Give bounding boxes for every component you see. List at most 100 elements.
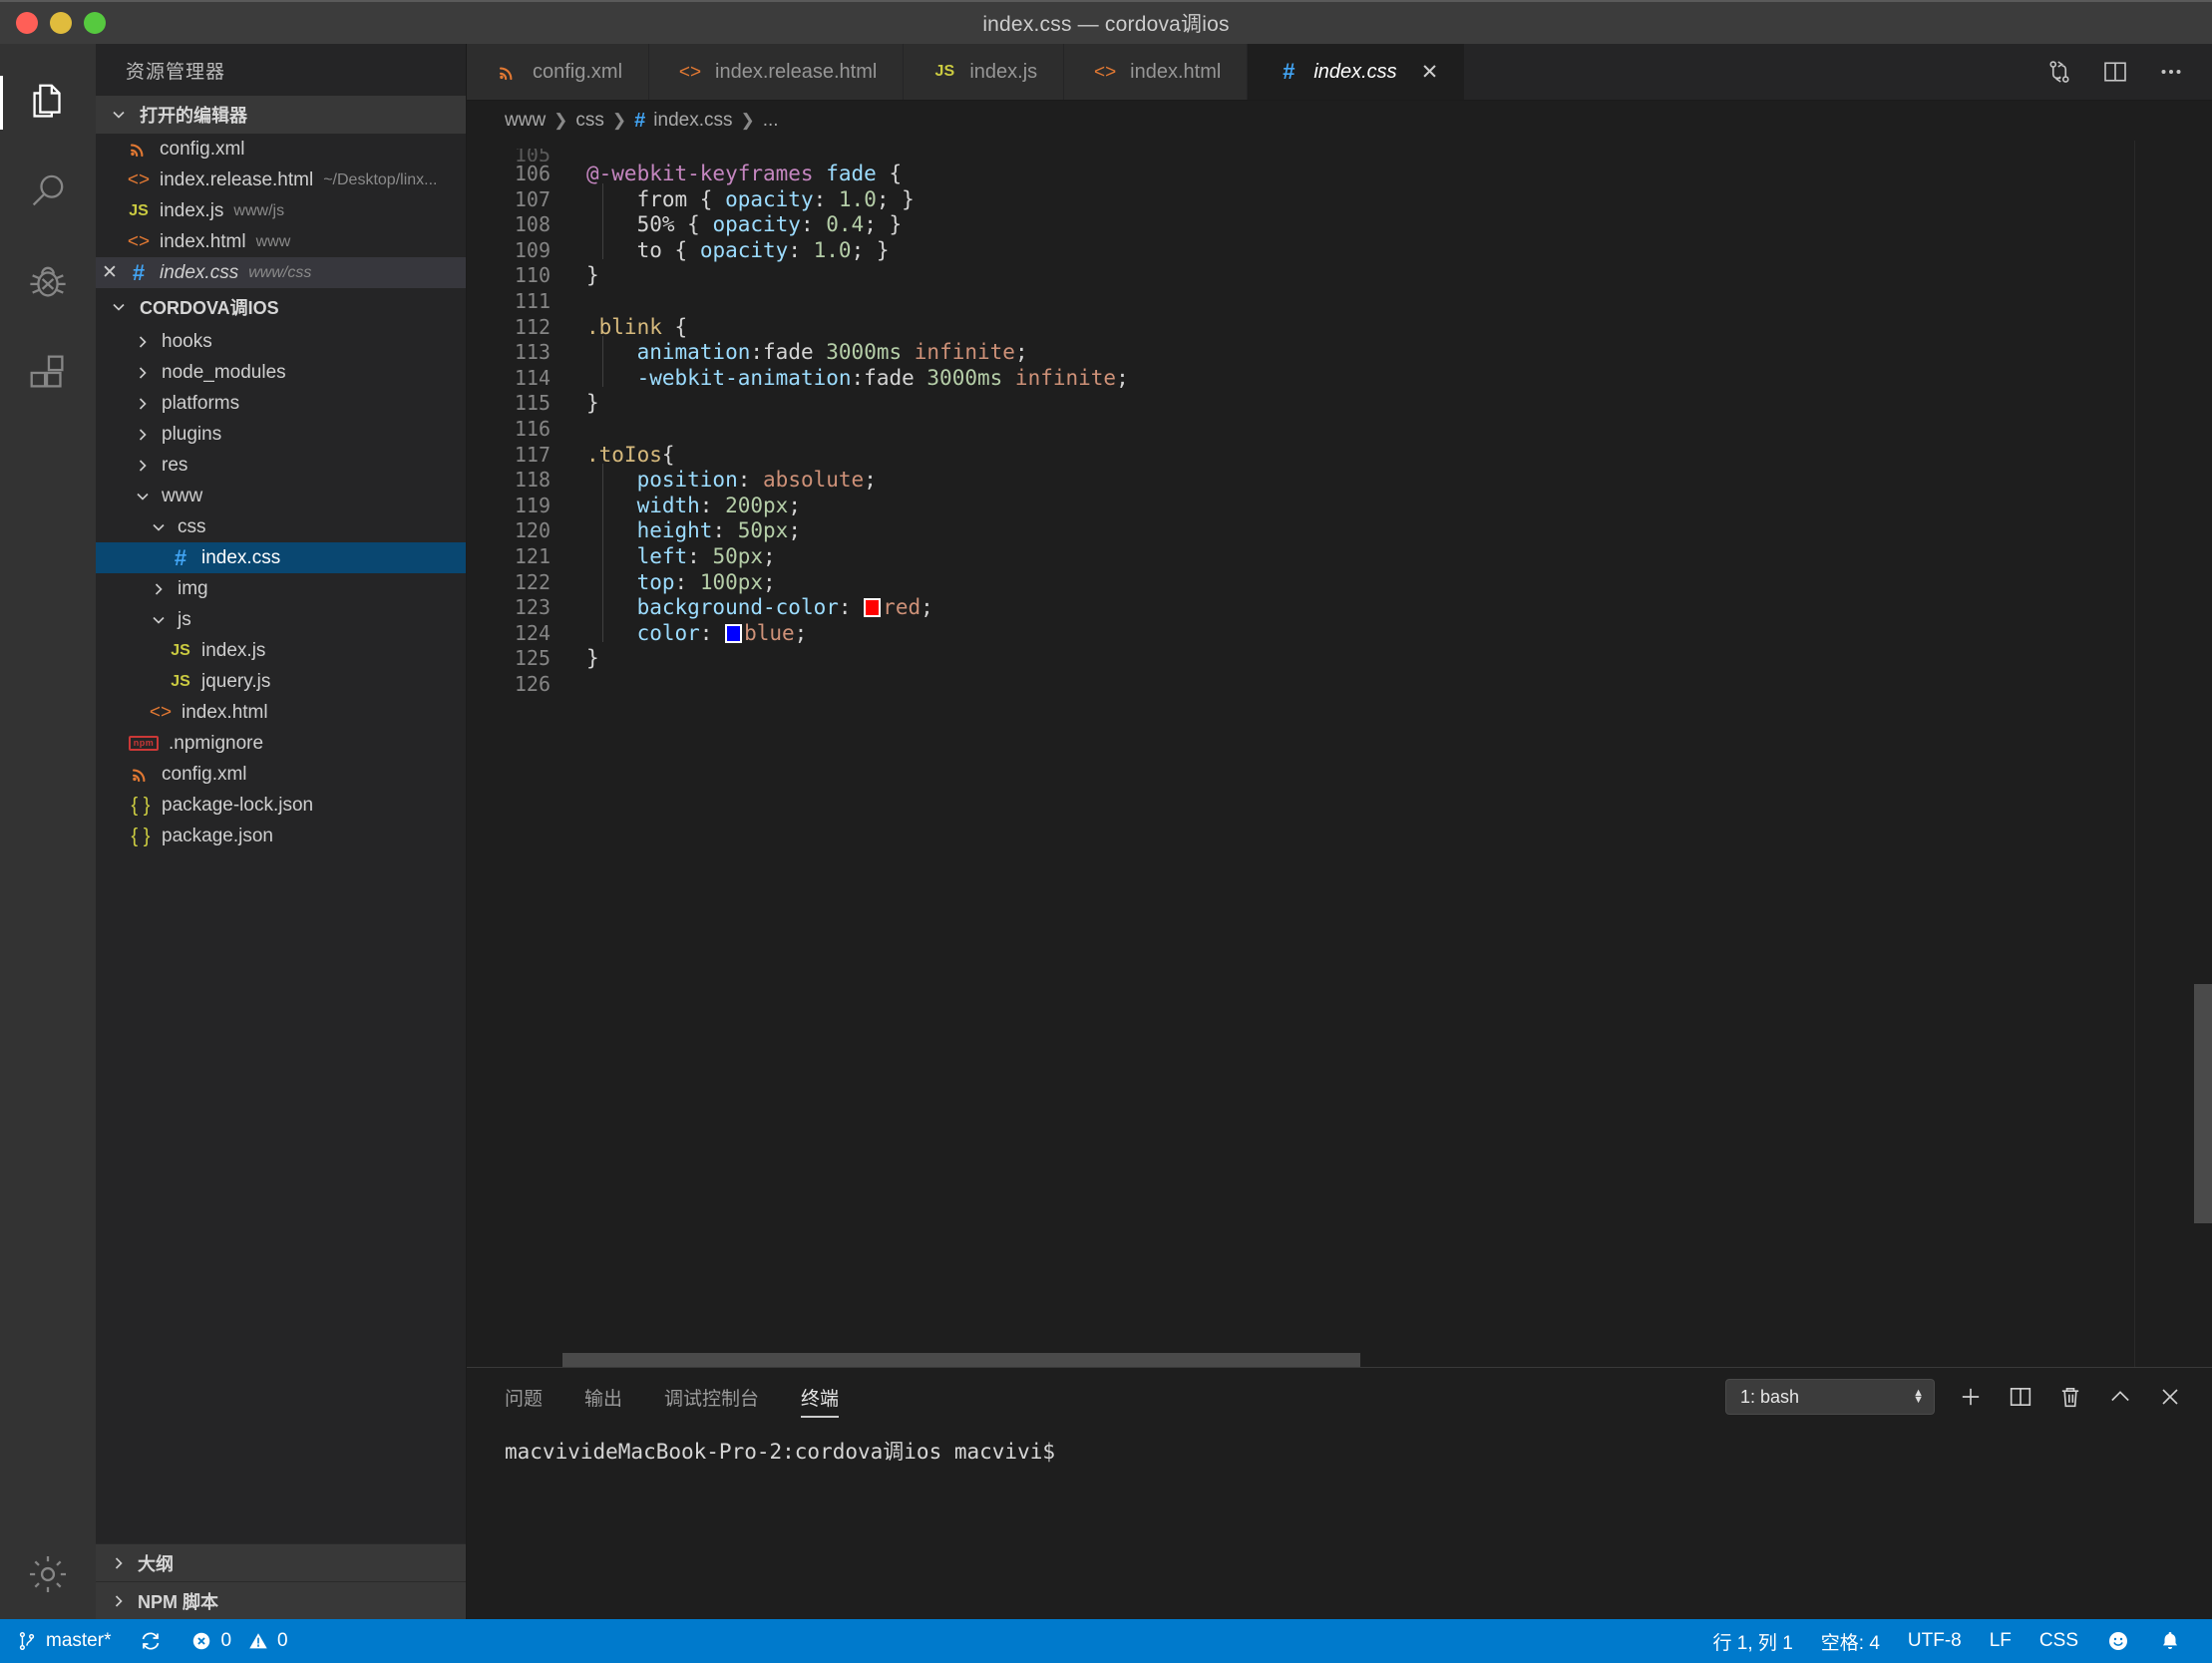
list-item[interactable]: config.xml xyxy=(96,134,466,165)
more-actions-icon[interactable] xyxy=(2156,57,2186,87)
tree-item-plugins[interactable]: plugins xyxy=(96,419,466,450)
status-encoding[interactable]: UTF-8 xyxy=(1894,1619,1976,1663)
status-language-mode[interactable]: CSS xyxy=(2026,1619,2092,1663)
list-item[interactable]: <> index.release.html ~/Desktop/linx... xyxy=(96,165,466,195)
activity-item-explorer[interactable] xyxy=(0,58,96,148)
terminal-output[interactable]: macvivideMacBook-Pro-2:cordova调ios macvi… xyxy=(467,1426,2212,1619)
status-sync[interactable] xyxy=(125,1619,177,1663)
close-editor-button[interactable]: ✕ xyxy=(96,261,124,284)
close-tab-button[interactable]: ✕ xyxy=(1421,60,1439,85)
minimap[interactable] xyxy=(2134,141,2194,1367)
activity-item-extensions[interactable] xyxy=(0,327,96,417)
tree-item-css[interactable]: css xyxy=(96,511,466,542)
scrollbar-thumb[interactable] xyxy=(2194,984,2212,1223)
tree-item-package-lock-json[interactable]: { } package-lock.json xyxy=(96,790,466,821)
tree-item-res[interactable]: res xyxy=(96,450,466,481)
maximize-window-button[interactable] xyxy=(84,12,106,34)
panel-tab-output[interactable]: 输出 xyxy=(584,1368,622,1426)
tree-item-index-css[interactable]: # index.css xyxy=(96,542,466,573)
code-line[interactable]: 108 50% { opacity: 0.4; } xyxy=(467,208,2212,238)
code-line[interactable]: 118 position: absolute; xyxy=(467,464,2212,494)
code-editor[interactable]: 105 106 @-webkit-keyframes fade {107 from … xyxy=(467,141,2212,1367)
color-swatch[interactable] xyxy=(864,598,882,618)
section-open-editors[interactable]: 打开的编辑器 xyxy=(96,96,466,134)
code-line[interactable]: 109 to { opacity: 1.0; } xyxy=(467,233,2212,264)
tree-item-www[interactable]: www xyxy=(96,481,466,511)
section-project-root[interactable]: CORDOVA调IOS xyxy=(96,288,466,326)
tree-item-platforms[interactable]: platforms xyxy=(96,388,466,419)
breadcrumb-item-css[interactable]: css xyxy=(575,110,604,132)
panel-tab-debug-console[interactable]: 调试控制台 xyxy=(664,1368,759,1426)
window-controls[interactable] xyxy=(0,12,106,34)
close-panel-icon[interactable] xyxy=(2156,1383,2184,1411)
code-line[interactable]: 111 xyxy=(467,289,2212,315)
status-indentation[interactable]: 空格: 4 xyxy=(1807,1619,1894,1663)
code-line[interactable]: 123 background-color: red; xyxy=(467,591,2212,621)
tree-item-npmignore[interactable]: npm .npmignore xyxy=(96,728,466,759)
tab-index-css[interactable]: # index.css ✕ xyxy=(1248,44,1466,100)
code-line[interactable]: 114 -webkit-animation:fade 3000ms infini… xyxy=(467,361,2212,392)
status-eol[interactable]: LF xyxy=(1976,1619,2026,1663)
minimize-window-button[interactable] xyxy=(50,12,72,34)
code-line[interactable]: 110} xyxy=(467,263,2212,289)
code-line[interactable]: 125} xyxy=(467,646,2212,672)
activity-item-settings[interactable] xyxy=(0,1529,96,1619)
tree-item-node_modules[interactable]: node_modules xyxy=(96,357,466,388)
code-line[interactable]: 124 color: blue; xyxy=(467,616,2212,647)
tree-item-img[interactable]: img xyxy=(96,573,466,604)
scrollbar-thumb[interactable] xyxy=(562,1353,1360,1367)
tree-item-package-json[interactable]: { } package.json xyxy=(96,821,466,851)
editor-horizontal-scrollbar[interactable] xyxy=(562,1353,2134,1367)
status-problems[interactable]: 0 0 xyxy=(177,1619,301,1663)
tab-index-release-html[interactable]: <> index.release.html xyxy=(649,44,905,100)
code-line[interactable]: 120 height: 50px; xyxy=(467,514,2212,544)
code-line[interactable]: 121 left: 50px; xyxy=(467,539,2212,570)
split-editor-icon[interactable] xyxy=(2100,57,2130,87)
editor-vertical-scrollbar[interactable] xyxy=(2194,141,2212,1367)
split-terminal-icon[interactable] xyxy=(2007,1383,2034,1411)
activity-item-debug[interactable] xyxy=(0,237,96,327)
status-notifications[interactable] xyxy=(2144,1619,2196,1663)
activity-item-search[interactable] xyxy=(0,148,96,237)
code-line[interactable]: 119 width: 200px; xyxy=(467,489,2212,519)
new-terminal-icon[interactable] xyxy=(1957,1383,1985,1411)
code-line[interactable]: 117 .toIos{ xyxy=(467,443,2212,469)
code-line[interactable]: 107 from { opacity: 1.0; } xyxy=(467,182,2212,213)
tab-index-html[interactable]: <> index.html xyxy=(1064,44,1249,100)
panel-tab-terminal[interactable]: 终端 xyxy=(801,1368,840,1426)
section-npm-scripts[interactable]: NPM 脚本 xyxy=(96,1581,466,1619)
code-line[interactable]: 112 .blink { xyxy=(467,315,2212,341)
status-feedback[interactable] xyxy=(2092,1619,2144,1663)
tree-item-index-html[interactable]: <> index.html xyxy=(96,697,466,728)
tab-config-xml[interactable]: config.xml xyxy=(467,44,650,100)
maximize-panel-icon[interactable] xyxy=(2106,1383,2134,1411)
tree-item-hooks[interactable]: hooks xyxy=(96,326,466,357)
code-line[interactable]: 116 xyxy=(467,417,2212,443)
kill-terminal-icon[interactable] xyxy=(2056,1383,2084,1411)
tab-index-js[interactable]: JS index.js xyxy=(904,44,1065,100)
breadcrumb-item-file[interactable]: index.css xyxy=(653,110,732,132)
section-outline[interactable]: 大纲 xyxy=(96,1543,466,1581)
split-changes-icon[interactable] xyxy=(2044,57,2074,87)
breadcrumb-item-www[interactable]: www xyxy=(505,110,546,132)
terminal-selector[interactable]: 1: bash ▲ ▼ xyxy=(1725,1379,1935,1415)
breadcrumb-item-symbols[interactable]: ... xyxy=(763,110,779,132)
panel-tab-problems[interactable]: 问题 xyxy=(505,1368,543,1426)
code-line[interactable]: 115} xyxy=(467,391,2212,417)
tree-item-js[interactable]: js xyxy=(96,604,466,635)
code-line[interactable]: 113 animation:fade 3000ms infinite; xyxy=(467,336,2212,366)
status-cursor-position[interactable]: 行 1, 列 1 xyxy=(1699,1619,1807,1663)
status-branch[interactable]: master* xyxy=(0,1619,125,1663)
tree-item-jquery-js[interactable]: JS jquery.js xyxy=(96,666,466,697)
code-content[interactable]: 105 106 @-webkit-keyframes fade {107 from … xyxy=(467,141,2212,697)
list-item[interactable]: JS index.js www/js xyxy=(96,195,466,226)
code-line[interactable]: 122 top: 100px; xyxy=(467,565,2212,596)
list-item[interactable]: <> index.html www xyxy=(96,226,466,257)
code-line[interactable]: 106 @-webkit-keyframes fade { xyxy=(467,162,2212,187)
tree-item-config-xml[interactable]: config.xml xyxy=(96,759,466,790)
list-item-active[interactable]: ✕ # index.css www/css xyxy=(96,257,466,288)
tree-item-index-js[interactable]: JS index.js xyxy=(96,635,466,666)
close-window-button[interactable] xyxy=(16,12,38,34)
color-swatch[interactable] xyxy=(725,623,743,643)
code-line[interactable]: 126 xyxy=(467,672,2212,698)
